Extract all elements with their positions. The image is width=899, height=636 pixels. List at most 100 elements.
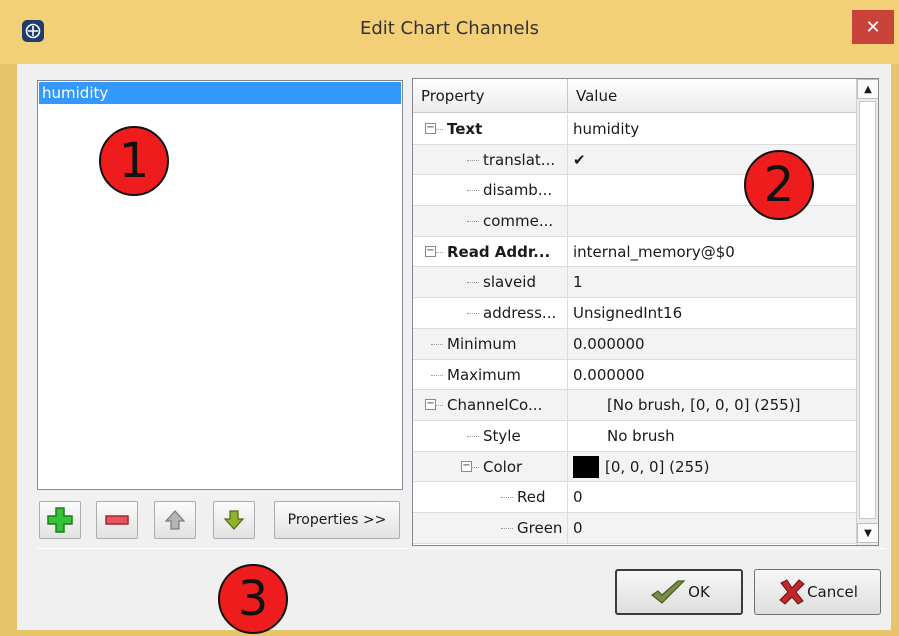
remove-channel-button[interactable] (96, 501, 138, 539)
tree-line (467, 435, 479, 437)
property-column-header[interactable]: Property (413, 79, 568, 113)
property-label: comme... (483, 212, 554, 231)
value-cell[interactable]: 1 (569, 267, 856, 297)
ok-label: OK (688, 583, 710, 601)
table-row[interactable]: Style No brush (413, 420, 856, 452)
property-label: Color (483, 457, 523, 476)
table-row[interactable]: Green 0 (413, 512, 856, 544)
plus-icon (47, 507, 73, 533)
property-value: UnsignedInt16 (573, 304, 683, 323)
property-cell[interactable]: disamb... (413, 175, 568, 206)
value-cell[interactable]: UnsignedInt16 (569, 298, 856, 328)
x-mark-icon (779, 579, 805, 605)
scroll-up-icon[interactable]: ▲ (857, 79, 878, 99)
divider (37, 548, 885, 549)
property-cell[interactable]: translat... (413, 144, 568, 175)
scroll-down-icon[interactable]: ▼ (857, 523, 878, 543)
property-value: internal_memory@$0 (573, 242, 735, 261)
add-channel-button[interactable] (39, 501, 81, 539)
value-cell[interactable]: 0.000000 (569, 329, 856, 359)
property-cell[interactable]: Style (413, 420, 568, 451)
property-cell[interactable]: Green (413, 512, 568, 543)
value-cell[interactable]: ✔ (569, 145, 856, 175)
arrow-down-icon (223, 510, 245, 530)
properties-button[interactable]: Properties >> (274, 501, 400, 539)
property-cell[interactable]: slaveid (413, 267, 568, 298)
property-label: address... (483, 304, 557, 323)
property-label: Text (447, 120, 483, 138)
color-swatch[interactable] (573, 456, 599, 479)
tree-line (501, 527, 513, 529)
property-value: humidity (573, 120, 640, 138)
property-cell[interactable]: Maximum (413, 359, 568, 390)
property-cell[interactable]: comme... (413, 206, 568, 236)
property-value: No brush (607, 426, 675, 445)
check-arrow-icon (651, 580, 686, 604)
property-value: 0.000000 (573, 334, 645, 353)
collapse-icon[interactable]: − (425, 245, 436, 257)
table-row[interactable]: address... UnsignedInt16 (413, 298, 856, 329)
property-label: Style (483, 426, 521, 445)
property-grid[interactable]: Property Value − Text humidity translat... ✔… (412, 78, 879, 546)
scroll-thumb[interactable] (859, 101, 876, 519)
ok-button[interactable]: OK (615, 569, 743, 615)
property-value: 1 (573, 273, 583, 292)
property-cell[interactable]: − Color (413, 451, 568, 482)
table-row[interactable]: slaveid 1 (413, 267, 856, 299)
property-value: [0, 0, 0] (255) (605, 457, 710, 476)
property-cell[interactable]: Minimum (413, 328, 568, 359)
list-item[interactable]: humidity (39, 82, 401, 104)
callout-marker-1: 1 (99, 126, 169, 196)
value-cell[interactable] (569, 206, 856, 236)
property-value: 0 (573, 488, 583, 507)
property-value: 0.000000 (573, 365, 645, 384)
table-row[interactable]: − ChannelCo... [No brush, [0, 0, 0] (255)] (413, 390, 856, 421)
value-cell[interactable]: [No brush, [0, 0, 0] (255)] (569, 390, 856, 420)
value-cell[interactable]: [0, 0, 0] (255) (569, 452, 856, 482)
tree-line (431, 343, 443, 345)
close-icon: ✕ (865, 16, 881, 38)
value-cell[interactable]: humidity (569, 114, 856, 144)
property-cell[interactable]: address... (413, 298, 568, 328)
property-label: Red (517, 488, 546, 507)
tree-line (467, 313, 479, 315)
table-row[interactable]: Minimum 0.000000 (413, 328, 856, 360)
move-up-button[interactable] (154, 501, 196, 539)
property-cell[interactable]: Red (413, 482, 568, 512)
table-row[interactable]: − Text humidity (413, 114, 856, 145)
table-row[interactable]: Maximum 0.000000 (413, 359, 856, 391)
property-cell[interactable]: − Text (413, 114, 568, 144)
property-value: [No brush, [0, 0, 0] (255)] (607, 396, 801, 415)
property-label: Read Addr... (447, 242, 551, 261)
property-cell[interactable]: − ChannelCo... (413, 390, 568, 420)
tree-line (467, 159, 479, 161)
value-cell[interactable]: No brush (569, 421, 856, 451)
collapse-icon[interactable]: − (425, 399, 436, 411)
close-button[interactable]: ✕ (852, 10, 894, 44)
value-cell[interactable]: 0.000000 (569, 360, 856, 390)
property-label: Minimum (447, 334, 517, 353)
tree-line (467, 190, 479, 192)
channel-list[interactable]: humidity (37, 80, 403, 490)
vertical-scrollbar[interactable]: ▲ ▼ (856, 79, 878, 545)
callout-marker-2: 2 (744, 150, 814, 220)
table-row[interactable]: − Read Addr... internal_memory@$0 (413, 236, 856, 268)
collapse-icon[interactable]: − (461, 460, 472, 472)
value-cell[interactable]: 0 (569, 513, 856, 543)
table-row[interactable]: − Color [0, 0, 0] (255) (413, 451, 856, 483)
property-label: Maximum (447, 365, 521, 384)
value-column-header[interactable]: Value (568, 79, 856, 113)
property-label: translat... (483, 150, 556, 169)
collapse-icon[interactable]: − (425, 123, 436, 134)
property-label: Green (517, 518, 563, 537)
value-cell[interactable]: 0 (569, 482, 856, 512)
property-label: ChannelCo... (447, 396, 543, 415)
table-row[interactable]: Red 0 (413, 482, 856, 513)
cancel-button[interactable]: Cancel (754, 569, 881, 615)
value-cell[interactable]: internal_memory@$0 (569, 237, 856, 267)
property-value: ✔ (573, 150, 586, 169)
property-value: 0 (573, 518, 583, 537)
property-cell[interactable]: − Read Addr... (413, 236, 568, 267)
title-bar: Edit Chart Channels ✕ (0, 0, 899, 64)
move-down-button[interactable] (213, 501, 255, 539)
